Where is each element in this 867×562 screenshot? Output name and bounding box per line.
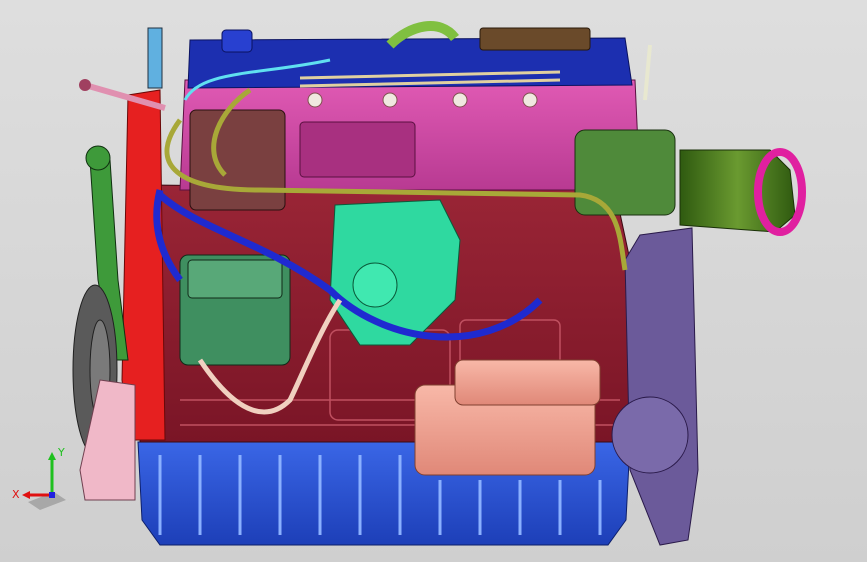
rear-dipstick-tube bbox=[643, 44, 652, 101]
oil-filter-housing[interactable] bbox=[189, 109, 286, 211]
x-axis-label: X bbox=[12, 488, 20, 501]
breather-box bbox=[479, 27, 591, 51]
pump-drive-flange bbox=[352, 262, 398, 308]
z-axis-marker bbox=[49, 492, 55, 498]
oil-filler-cap[interactable] bbox=[221, 29, 253, 53]
engine-model[interactable] bbox=[0, 0, 867, 562]
flywheel-housing[interactable] bbox=[624, 227, 699, 546]
x-axis-head bbox=[22, 491, 30, 499]
head-cover-plate bbox=[299, 121, 416, 178]
turbo-intake-pipe[interactable] bbox=[679, 149, 796, 233]
compressor-head bbox=[187, 259, 283, 299]
axis-triad: Y X bbox=[12, 446, 66, 510]
3d-viewport[interactable]: Y X bbox=[0, 0, 867, 562]
y-axis-head bbox=[48, 452, 56, 460]
turbocharger[interactable] bbox=[574, 129, 676, 216]
coolant-pipe-cap bbox=[85, 145, 111, 171]
flywheel-boss bbox=[611, 396, 689, 474]
lifting-eye-front bbox=[147, 27, 163, 89]
y-axis-label: Y bbox=[57, 446, 65, 459]
